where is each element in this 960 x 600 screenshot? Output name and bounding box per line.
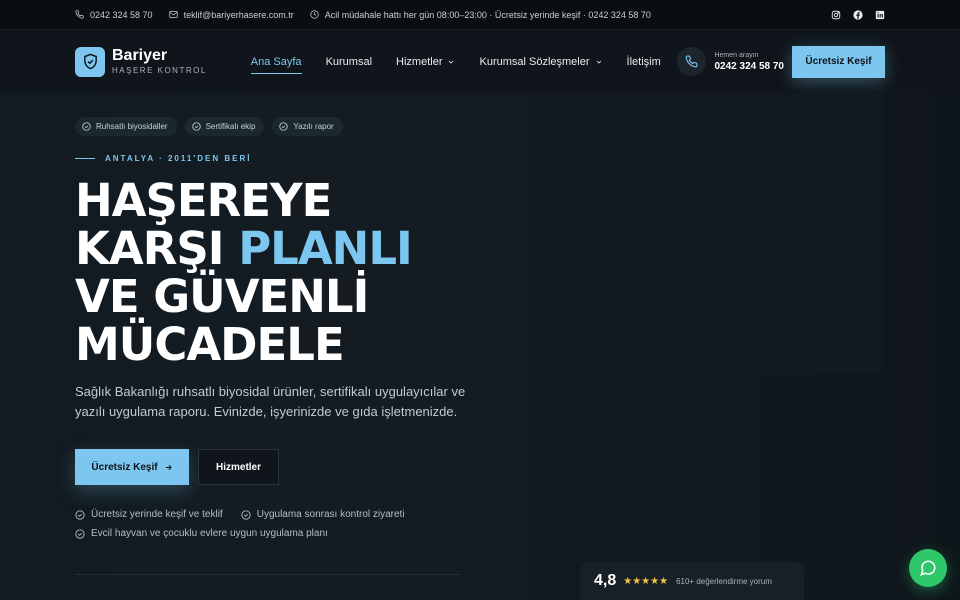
feature-item: Uygulama sonrası kontrol ziyareti: [241, 509, 405, 520]
phone-icon: [686, 55, 698, 68]
chat-button[interactable]: [909, 549, 947, 587]
call-icon-circle: [677, 47, 707, 76]
chip-certified-team: Sertifikalı ekip: [184, 117, 265, 136]
services-button[interactable]: Hizmetler: [198, 449, 279, 485]
call-number: 0242 324 58 70: [714, 60, 784, 72]
feature-text: Evcil hayvan ve çocuklu evlere uygun uyg…: [91, 528, 328, 539]
linkedin-icon[interactable]: [875, 10, 885, 20]
logo[interactable]: [75, 46, 105, 77]
check-circle-icon: [191, 122, 201, 131]
clock-icon: [310, 10, 319, 19]
rating-card: 4,8 ★★★★★ 610+ değerlendirme yorum: [580, 562, 804, 600]
eyebrow-line: [75, 158, 95, 159]
nav-item-label: Kurumsal: [325, 55, 373, 68]
chip-label: Ruhsatlı biyosidaller: [96, 122, 168, 131]
call-now[interactable]: Hemen arayın 0242 324 58 70: [677, 47, 784, 76]
main-navbar: Bariyer HAŞERE KONTROL Ana Sayfa Kurumsa…: [0, 30, 960, 93]
shield-check-icon: [83, 53, 97, 70]
chevron-down-icon: [449, 60, 454, 64]
check-circle-icon: [75, 509, 85, 520]
headline-line-4: MÜCADELE: [75, 318, 345, 371]
topbar-phone-text: 0242 324 58 70: [90, 9, 153, 20]
topbar-hours: Acil müdahale hattı her gün 08:00–23:00 …: [310, 10, 651, 20]
topbar-hours-text: Acil müdahale hattı her gün 08:00–23:00 …: [324, 9, 651, 20]
star-rating-icon: ★★★★★: [623, 575, 669, 587]
rating-reviews: 610+ değerlendirme yorum: [676, 576, 772, 586]
brand-tagline: HAŞERE KONTROL: [112, 66, 207, 75]
facebook-icon[interactable]: [853, 9, 863, 20]
feature-item: Evcil hayvan ve çocuklu evlere uygun uyg…: [75, 528, 328, 539]
feature-text: Ücretsiz yerinde keşif ve teklif: [91, 509, 223, 520]
topbar-email-text: teklif@bariyerhasere.com.tr: [183, 9, 294, 20]
nav-item-label: Ana Sayfa: [250, 55, 302, 68]
hero-image-panel: [700, 93, 882, 373]
free-survey-nav-button[interactable]: Ücretsiz Keşif: [792, 45, 885, 78]
headline-line-2: KARŞI PLANLI: [75, 222, 413, 275]
chat-bubble-icon: [920, 560, 936, 576]
hero-eyebrow: ANTALYA · 2011'DEN BERİ: [75, 154, 251, 163]
check-circle-icon: [82, 122, 91, 131]
brand[interactable]: Bariyer HAŞERE KONTROL: [112, 47, 207, 76]
chip-written-report: Yazılı rapor: [272, 117, 343, 136]
headline-line-1: HAŞEREYE: [75, 174, 332, 227]
rating-score: 4,8: [594, 572, 617, 589]
chevron-down-icon: [596, 60, 601, 64]
nav-item-label: Kurumsal Sözleşmeler: [479, 55, 590, 68]
trust-chips: Ruhsatlı biyosidaller Sertifikalı ekip Y…: [75, 117, 343, 136]
chip-label: Sertifikalı ekip: [205, 122, 256, 131]
nav-menu: Ana Sayfa Kurumsal Hizmetler Kurumsal Sö…: [250, 50, 661, 74]
check-circle-icon: [75, 528, 85, 539]
nav-item-label: Hizmetler: [396, 55, 443, 68]
check-circle-icon: [279, 122, 289, 131]
phone-icon: [75, 10, 84, 19]
nav-item-services[interactable]: Hizmetler: [396, 50, 455, 74]
free-survey-button[interactable]: Ücretsiz Keşif: [75, 449, 189, 485]
hero-headline: HAŞEREYE KARŞI PLANLI VE GÜVENLİ MÜCADEL…: [75, 174, 413, 371]
brand-name: Bariyer: [112, 47, 168, 64]
feature-list: Ücretsiz yerinde keşif ve teklif Uygulam…: [75, 509, 405, 547]
top-info-bar: 0242 324 58 70 teklif@bariyerhasere.com.…: [0, 0, 960, 30]
feature-text: Uygulama sonrası kontrol ziyareti: [256, 509, 405, 520]
check-circle-icon: [241, 509, 251, 520]
social-links: [831, 9, 885, 20]
call-label: Hemen arayın: [714, 51, 759, 59]
feature-item: Ücretsiz yerinde keşif ve teklif: [75, 509, 223, 520]
headline-accent-word: PLANLI: [238, 222, 413, 275]
eyebrow-text: ANTALYA · 2011'DEN BERİ: [105, 154, 252, 163]
nav-item-label: İletişim: [626, 55, 661, 68]
mail-icon: [168, 11, 178, 18]
nav-item-contracts[interactable]: Kurumsal Sözleşmeler: [479, 50, 602, 74]
headline-word: KARŞI: [75, 222, 225, 275]
nav-item-corporate[interactable]: Kurumsal: [326, 50, 372, 74]
instagram-icon[interactable]: [831, 10, 841, 20]
hero-lead: Sağlık Bakanlığı ruhsatlı biyosidal ürün…: [75, 384, 466, 419]
headline-line-3: VE GÜVENLİ: [75, 270, 369, 323]
nav-item-home[interactable]: Ana Sayfa: [250, 50, 302, 74]
button-label: Ücretsiz Keşif: [91, 461, 158, 473]
hero-divider: [75, 574, 461, 575]
chip-label: Yazılı rapor: [293, 122, 334, 131]
arrow-right-icon: [165, 464, 172, 470]
nav-item-contact[interactable]: İletişim: [627, 50, 661, 74]
topbar-phone[interactable]: 0242 324 58 70: [75, 10, 153, 20]
chip-licensed-biocides: Ruhsatlı biyosidaller: [75, 117, 177, 136]
topbar-email[interactable]: teklif@bariyerhasere.com.tr: [168, 9, 294, 20]
